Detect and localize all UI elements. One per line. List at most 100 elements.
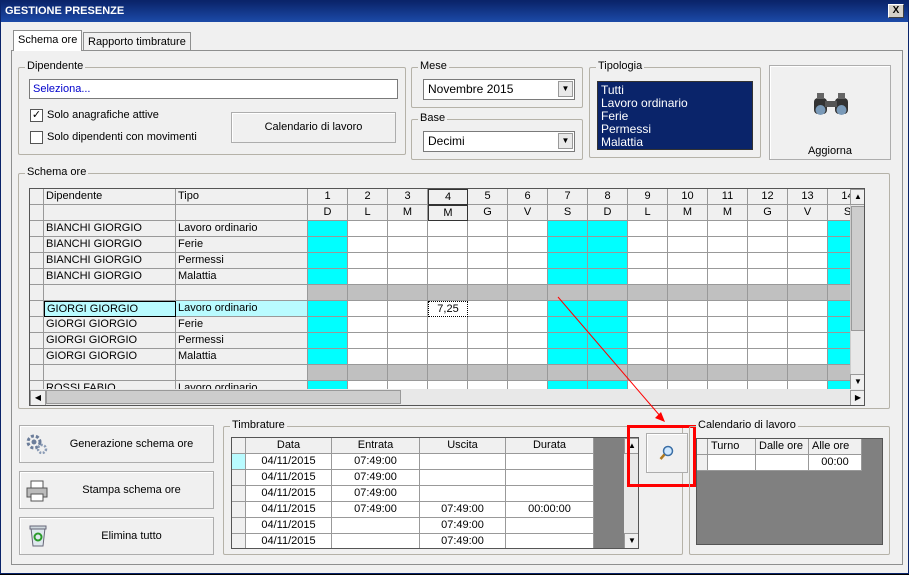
day-cell[interactable] xyxy=(468,221,508,237)
day-cell[interactable] xyxy=(588,237,628,253)
row-tipo[interactable]: Permessi xyxy=(176,333,308,349)
day-cell[interactable] xyxy=(548,269,588,285)
day-cell[interactable] xyxy=(628,285,668,301)
close-button[interactable]: X xyxy=(888,4,904,18)
timbrature-cell[interactable]: 07:49:00 xyxy=(420,534,506,548)
day-cell[interactable] xyxy=(548,301,588,317)
day-cell[interactable] xyxy=(308,269,348,285)
day-cell[interactable] xyxy=(668,333,708,349)
timbrature-cell[interactable] xyxy=(506,534,594,548)
day-cell[interactable] xyxy=(388,285,428,301)
timbrature-cell[interactable] xyxy=(420,470,506,486)
day-cell[interactable] xyxy=(668,317,708,333)
timbrature-cell[interactable] xyxy=(332,534,420,548)
calendario-cell[interactable]: 00:00 xyxy=(809,455,862,471)
day-cell[interactable] xyxy=(468,285,508,301)
day-cell[interactable] xyxy=(788,253,828,269)
timbrature-cell[interactable]: 04/11/2015 xyxy=(246,502,332,518)
row-tipo[interactable]: Ferie xyxy=(176,317,308,333)
day-cell[interactable] xyxy=(708,349,748,365)
row-selector[interactable] xyxy=(30,285,44,301)
day-cell[interactable] xyxy=(708,221,748,237)
day-cell[interactable] xyxy=(788,333,828,349)
tipologia-item[interactable]: Malattia xyxy=(601,136,749,149)
row-tipo[interactable]: Lavoro ordinario xyxy=(176,221,308,237)
day-cell[interactable] xyxy=(468,365,508,381)
day-cell[interactable] xyxy=(668,349,708,365)
row-dipendente[interactable]: BIANCHI GIORGIO xyxy=(44,221,176,237)
day-cell[interactable] xyxy=(588,301,628,317)
row-selector[interactable] xyxy=(30,237,44,253)
day-cell[interactable] xyxy=(628,253,668,269)
day-cell[interactable] xyxy=(628,365,668,381)
day-cell[interactable] xyxy=(708,237,748,253)
row-dipendente[interactable] xyxy=(44,365,176,381)
day-cell[interactable] xyxy=(788,221,828,237)
day-cell[interactable] xyxy=(308,285,348,301)
day-cell[interactable] xyxy=(748,333,788,349)
day-cell[interactable] xyxy=(708,365,748,381)
day-cell[interactable] xyxy=(308,237,348,253)
day-cell[interactable] xyxy=(508,253,548,269)
day-cell[interactable] xyxy=(468,269,508,285)
day-cell[interactable] xyxy=(548,349,588,365)
row-selector[interactable] xyxy=(30,253,44,269)
schema-ore-grid[interactable]: Dipendente Tipo 1 D 2 L 3 M 4 M 5 G 6 V 7 S 8 D 9 L 10 M 11 M 12… xyxy=(29,188,865,406)
day-cell[interactable] xyxy=(548,237,588,253)
day-cell[interactable] xyxy=(388,221,428,237)
base-dropdown-icon[interactable]: ▼ xyxy=(558,133,573,149)
generazione-schema-button[interactable]: Generazione schema ore xyxy=(19,425,214,463)
day-cell[interactable] xyxy=(428,221,468,237)
day-cell[interactable] xyxy=(628,333,668,349)
day-cell[interactable] xyxy=(748,285,788,301)
day-cell[interactable] xyxy=(468,301,508,317)
scroll-down-icon[interactable]: ▼ xyxy=(850,374,864,390)
timbrature-cell[interactable]: 07:49:00 xyxy=(332,454,420,470)
day-cell[interactable] xyxy=(628,301,668,317)
day-cell[interactable] xyxy=(708,253,748,269)
day-cell[interactable] xyxy=(788,301,828,317)
day-cell[interactable] xyxy=(788,317,828,333)
day-cell[interactable] xyxy=(588,365,628,381)
day-cell[interactable] xyxy=(548,221,588,237)
row-dipendente[interactable]: GIORGI GIORGIO xyxy=(44,317,176,333)
timbrature-cell[interactable]: 07:49:00 xyxy=(420,502,506,518)
timbrature-cell[interactable] xyxy=(506,518,594,534)
timbrature-cell[interactable] xyxy=(332,518,420,534)
solo-attive-checkbox[interactable]: ✓ xyxy=(30,109,43,122)
day-cell[interactable] xyxy=(468,349,508,365)
row-selector[interactable] xyxy=(30,269,44,285)
day-cell[interactable] xyxy=(748,301,788,317)
day-cell[interactable] xyxy=(308,253,348,269)
day-cell[interactable] xyxy=(428,237,468,253)
scroll-up-icon[interactable]: ▲ xyxy=(850,189,864,205)
day-cell[interactable] xyxy=(548,317,588,333)
row-dipendente[interactable] xyxy=(44,285,176,301)
row-selector[interactable] xyxy=(232,486,246,502)
timbrature-cell[interactable]: 04/11/2015 xyxy=(246,470,332,486)
timbrature-cell[interactable] xyxy=(506,470,594,486)
row-selector[interactable] xyxy=(697,455,708,471)
day-cell[interactable] xyxy=(788,237,828,253)
day-cell[interactable] xyxy=(308,301,348,317)
day-cell[interactable] xyxy=(708,333,748,349)
day-cell[interactable] xyxy=(468,253,508,269)
solo-movimenti-checkbox[interactable] xyxy=(30,131,43,144)
day-cell[interactable] xyxy=(628,269,668,285)
day-cell[interactable] xyxy=(668,253,708,269)
day-cell[interactable] xyxy=(668,269,708,285)
day-cell[interactable] xyxy=(388,349,428,365)
day-cell[interactable] xyxy=(788,349,828,365)
day-cell[interactable] xyxy=(508,221,548,237)
row-selector[interactable] xyxy=(232,470,246,486)
row-dipendente[interactable]: BIANCHI GIORGIO xyxy=(44,269,176,285)
row-tipo[interactable]: Lavoro ordinario xyxy=(176,301,308,317)
day-cell[interactable] xyxy=(348,349,388,365)
day-cell[interactable] xyxy=(508,269,548,285)
day-cell[interactable] xyxy=(548,333,588,349)
day-cell[interactable] xyxy=(668,221,708,237)
day-cell[interactable] xyxy=(508,285,548,301)
scroll-thumb[interactable] xyxy=(851,206,864,331)
day-cell[interactable] xyxy=(668,365,708,381)
day-cell[interactable] xyxy=(748,349,788,365)
